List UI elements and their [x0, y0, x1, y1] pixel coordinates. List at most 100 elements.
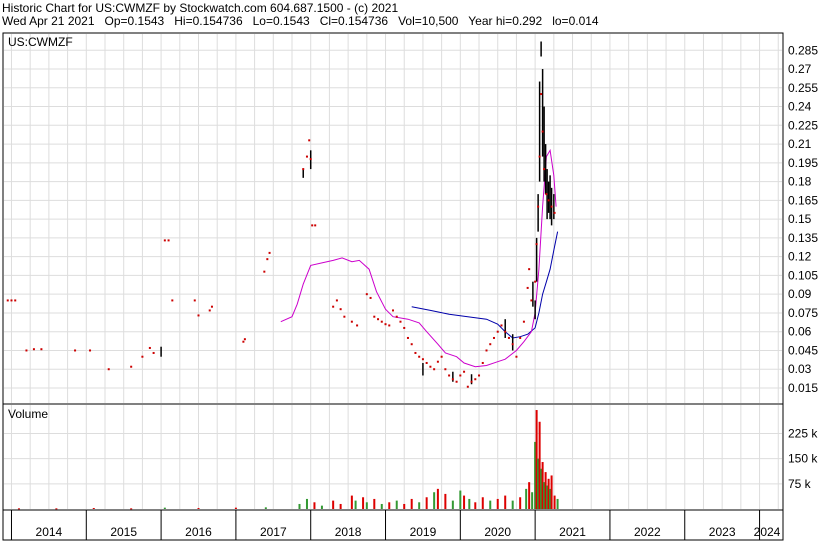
price-point [481, 361, 484, 364]
price-point [335, 299, 338, 302]
volume-bar [403, 503, 406, 509]
price-point [530, 299, 533, 302]
price-point [141, 355, 144, 358]
price-tick-label: 0.195 [788, 156, 818, 170]
price-point [418, 355, 421, 358]
price-point [210, 305, 213, 308]
price-tick-label: 0.285 [788, 43, 818, 57]
price-point [373, 315, 376, 318]
price-point [392, 309, 394, 312]
volume-bar [451, 500, 454, 509]
price-point [399, 320, 402, 323]
volume-bar [481, 497, 484, 509]
volume-bars-layer [17, 410, 559, 510]
price-tick-label: 0.06 [788, 325, 812, 339]
price-point [243, 338, 246, 341]
year-tick-label: 2017 [260, 525, 287, 539]
price-point [380, 320, 383, 323]
price-point [470, 380, 473, 383]
price-point [350, 320, 353, 323]
price-point [540, 93, 543, 96]
price-axis-labels: 0.285 0.27 0.255 0.24 0.225 0.21 0.195 0.18 0.16… [788, 43, 818, 395]
price-point [522, 320, 525, 323]
year-tick-label: 2019 [410, 525, 437, 539]
price-point [478, 374, 481, 377]
price-point [25, 349, 28, 352]
price-point [553, 211, 556, 214]
price-tick-label: 0.075 [788, 306, 818, 320]
price-point [305, 155, 308, 158]
volume-bar [92, 507, 95, 509]
price-point [332, 305, 335, 308]
price-point [500, 324, 503, 327]
price-point [339, 308, 342, 311]
price-point [547, 199, 550, 202]
year-tick-label: 2016 [185, 525, 212, 539]
volume-tick-label: 225 k [788, 427, 818, 441]
year-tick-label: 2015 [110, 525, 137, 539]
price-point [268, 251, 271, 254]
ma-short-layer [280, 148, 557, 368]
volume-bar [234, 507, 237, 509]
price-point [528, 268, 531, 271]
price-tick-label: 0.21 [788, 137, 812, 151]
volume-axis-labels: 225 k 150 k 75 k [788, 427, 818, 491]
symbol-label: US:CWMZF [8, 35, 73, 49]
price-tick-label: 0.03 [788, 362, 812, 376]
price-point [543, 168, 546, 171]
price-point [406, 336, 409, 339]
price-point [197, 314, 200, 317]
price-point [455, 380, 458, 383]
volume-bar [474, 502, 477, 509]
volume-bar [504, 495, 507, 509]
price-point [343, 315, 346, 318]
price-point [537, 205, 540, 208]
price-point [433, 368, 436, 371]
price-point [356, 324, 359, 327]
stock-chart: 0.285 0.27 0.255 0.24 0.225 0.21 0.195 0.18 0.16… [2, 32, 818, 541]
price-point [474, 378, 477, 381]
volume-bar [525, 488, 528, 509]
price-tick-label: 0.015 [788, 381, 818, 395]
volume-bar [496, 498, 499, 509]
price-tick-label: 0.045 [788, 343, 818, 357]
price-point [6, 299, 9, 302]
volume-bar [373, 498, 376, 509]
price-point [459, 374, 462, 377]
price-point [89, 349, 92, 352]
price-point [504, 330, 507, 333]
price-point [74, 349, 77, 352]
volume-bar [197, 507, 200, 509]
price-point [485, 349, 488, 352]
volume-bar [380, 503, 383, 509]
volume-bar [354, 500, 357, 509]
price-point [309, 158, 312, 161]
price-tick-label: 0.105 [788, 268, 818, 282]
price-point [410, 343, 413, 346]
volume-bar [332, 500, 335, 509]
price-point [451, 378, 454, 381]
price-point [511, 343, 514, 346]
price-point [429, 365, 432, 368]
year-tick-label: 2023 [709, 525, 736, 539]
price-point [377, 318, 380, 321]
price-points-layer [6, 93, 556, 388]
year-tick-label: 2021 [559, 525, 586, 539]
price-point [534, 280, 537, 283]
price-point [425, 361, 428, 364]
year-tick-label: 2014 [36, 525, 63, 539]
volume-bar [463, 495, 466, 509]
price-point [440, 355, 443, 358]
price-point [14, 299, 17, 302]
price-point [466, 385, 469, 388]
volume-bar [350, 495, 353, 509]
price-point [436, 360, 439, 363]
price-point [107, 368, 110, 371]
price-tick-label: 0.225 [788, 118, 818, 132]
volume-bar [320, 505, 323, 509]
volume-tick-label: 75 k [788, 477, 812, 491]
price-point [489, 343, 492, 346]
price-point [369, 296, 372, 299]
volume-bar [395, 500, 398, 509]
price-point [526, 286, 529, 289]
